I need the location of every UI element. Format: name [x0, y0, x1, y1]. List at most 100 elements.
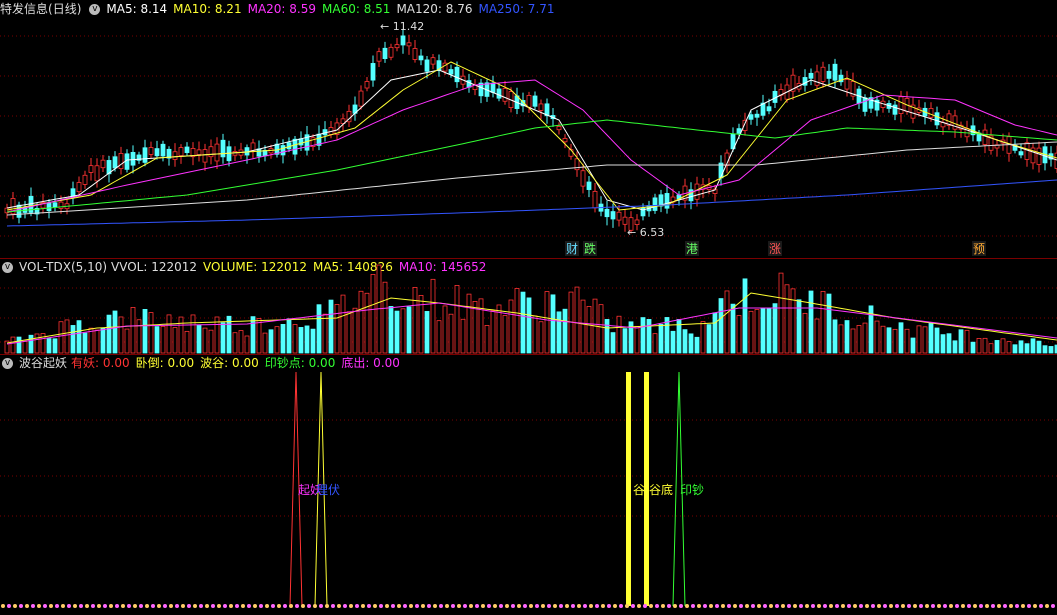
- baseline-dot: [781, 604, 785, 608]
- candle: [448, 69, 454, 75]
- volume-bar: [508, 299, 514, 354]
- price-chart[interactable]: ← 11.42 ← 6.53 财跌 港 涨 预: [0, 0, 1057, 258]
- baseline-dot: [685, 604, 689, 608]
- volume-bar: [340, 294, 346, 354]
- candle: [538, 103, 544, 111]
- baseline-dot: [979, 604, 983, 608]
- volume-bar: [298, 327, 304, 354]
- volume-bar: [412, 287, 418, 354]
- baseline-dot: [733, 604, 737, 608]
- baseline-dot: [469, 604, 473, 608]
- wave-indicator-chart[interactable]: 起妖埋伏谷谷底 印钞: [0, 354, 1057, 615]
- volume-bar: [1042, 345, 1048, 354]
- candle: [130, 151, 136, 166]
- candle: [754, 113, 760, 118]
- volume-bar: [532, 315, 538, 354]
- baseline-dot: [7, 604, 11, 608]
- volume-bar: [70, 325, 76, 354]
- baseline-dot: [847, 604, 851, 608]
- baseline-dot: [727, 604, 731, 608]
- candle: [220, 139, 226, 158]
- baseline-dot: [79, 604, 83, 608]
- volume-bar: [910, 337, 916, 354]
- baseline-dot: [373, 604, 377, 608]
- baseline-dot: [193, 604, 197, 608]
- baseline-dot: [619, 604, 623, 608]
- candle: [748, 114, 754, 120]
- volume-bar: [574, 286, 580, 354]
- volume-bar: [166, 314, 172, 354]
- candle: [814, 71, 820, 86]
- candle: [88, 165, 94, 173]
- volume-bar: [892, 328, 898, 354]
- volume-bar: [334, 304, 340, 354]
- volume-chart[interactable]: [0, 258, 1057, 354]
- baseline-dot: [949, 604, 953, 608]
- volume-bar: [544, 291, 550, 354]
- candle: [982, 129, 988, 145]
- baseline-dot: [829, 604, 833, 608]
- baseline-dot: [337, 604, 341, 608]
- baseline-dot: [1003, 604, 1007, 608]
- baseline-dot: [259, 604, 263, 608]
- candle: [424, 59, 430, 72]
- volume-bar: [370, 274, 376, 354]
- candle: [808, 72, 814, 79]
- volume-bar: [706, 324, 712, 354]
- ma-line-5: [6, 179, 1057, 227]
- baseline-dot: [175, 604, 179, 608]
- candle: [388, 46, 394, 58]
- volume-bar: [454, 284, 460, 354]
- volume-bar: [790, 288, 796, 354]
- volume-bar: [478, 298, 484, 354]
- volume-bar: [190, 314, 196, 354]
- volume-bar: [886, 327, 892, 354]
- baseline-dot: [1, 604, 5, 608]
- baseline-dot: [223, 604, 227, 608]
- baseline-dot: [475, 604, 479, 608]
- baseline-dot: [901, 604, 905, 608]
- baseline-dot: [607, 604, 611, 608]
- signal-annotation: 印钞: [680, 482, 704, 497]
- event-marker: 财: [566, 242, 578, 256]
- baseline-dot: [613, 604, 617, 608]
- volume-bar: [76, 320, 82, 354]
- candle: [826, 70, 832, 79]
- baseline-dot: [871, 604, 875, 608]
- baseline-dot: [775, 604, 779, 608]
- volume-bar: [1048, 346, 1054, 354]
- baseline-dot: [649, 604, 653, 608]
- baseline-dot: [445, 604, 449, 608]
- volume-bar: [802, 312, 808, 354]
- baseline-dot: [907, 604, 911, 608]
- baseline-dot: [943, 604, 947, 608]
- volume-bar: [976, 338, 982, 354]
- volume-bar: [994, 340, 1000, 354]
- baseline-dot: [961, 604, 965, 608]
- volume-bar: [952, 340, 958, 354]
- volume-bar: [1000, 338, 1006, 354]
- volume-bar: [424, 311, 430, 354]
- volume-bar: [442, 305, 448, 354]
- baseline-dot: [679, 604, 683, 608]
- baseline-dot: [625, 604, 629, 608]
- volume-bar: [286, 318, 292, 354]
- volume-bar: [220, 322, 226, 354]
- baseline-dot: [595, 604, 599, 608]
- baseline-dot: [367, 604, 371, 608]
- baseline-dot: [691, 604, 695, 608]
- volume-bar: [64, 319, 70, 354]
- volume-bar: [154, 326, 160, 354]
- candle: [292, 138, 298, 155]
- volume-bar: [1018, 340, 1024, 354]
- baseline-dot: [151, 604, 155, 608]
- candle: [862, 97, 868, 112]
- candle: [46, 202, 52, 212]
- volume-bar: [316, 304, 322, 354]
- baseline-dot: [715, 604, 719, 608]
- candle: [214, 143, 220, 162]
- baseline-dot: [253, 604, 257, 608]
- volume-bar: [322, 313, 328, 354]
- volume-bar: [46, 338, 52, 354]
- volume-bar: [982, 337, 988, 354]
